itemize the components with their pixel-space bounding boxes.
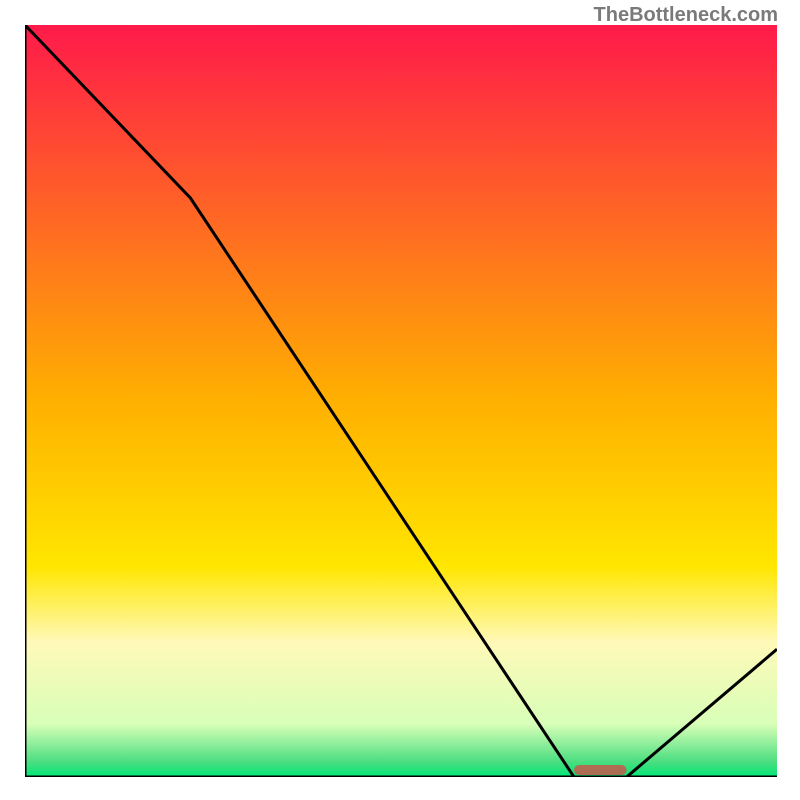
optimal-range-marker	[574, 765, 627, 775]
plot-area	[25, 25, 777, 777]
bottleneck-curve	[25, 25, 777, 777]
watermark-text: TheBottleneck.com	[594, 4, 778, 27]
axes	[25, 25, 777, 777]
chart-svg	[25, 25, 777, 777]
chart-container: TheBottleneck.com	[0, 0, 800, 800]
